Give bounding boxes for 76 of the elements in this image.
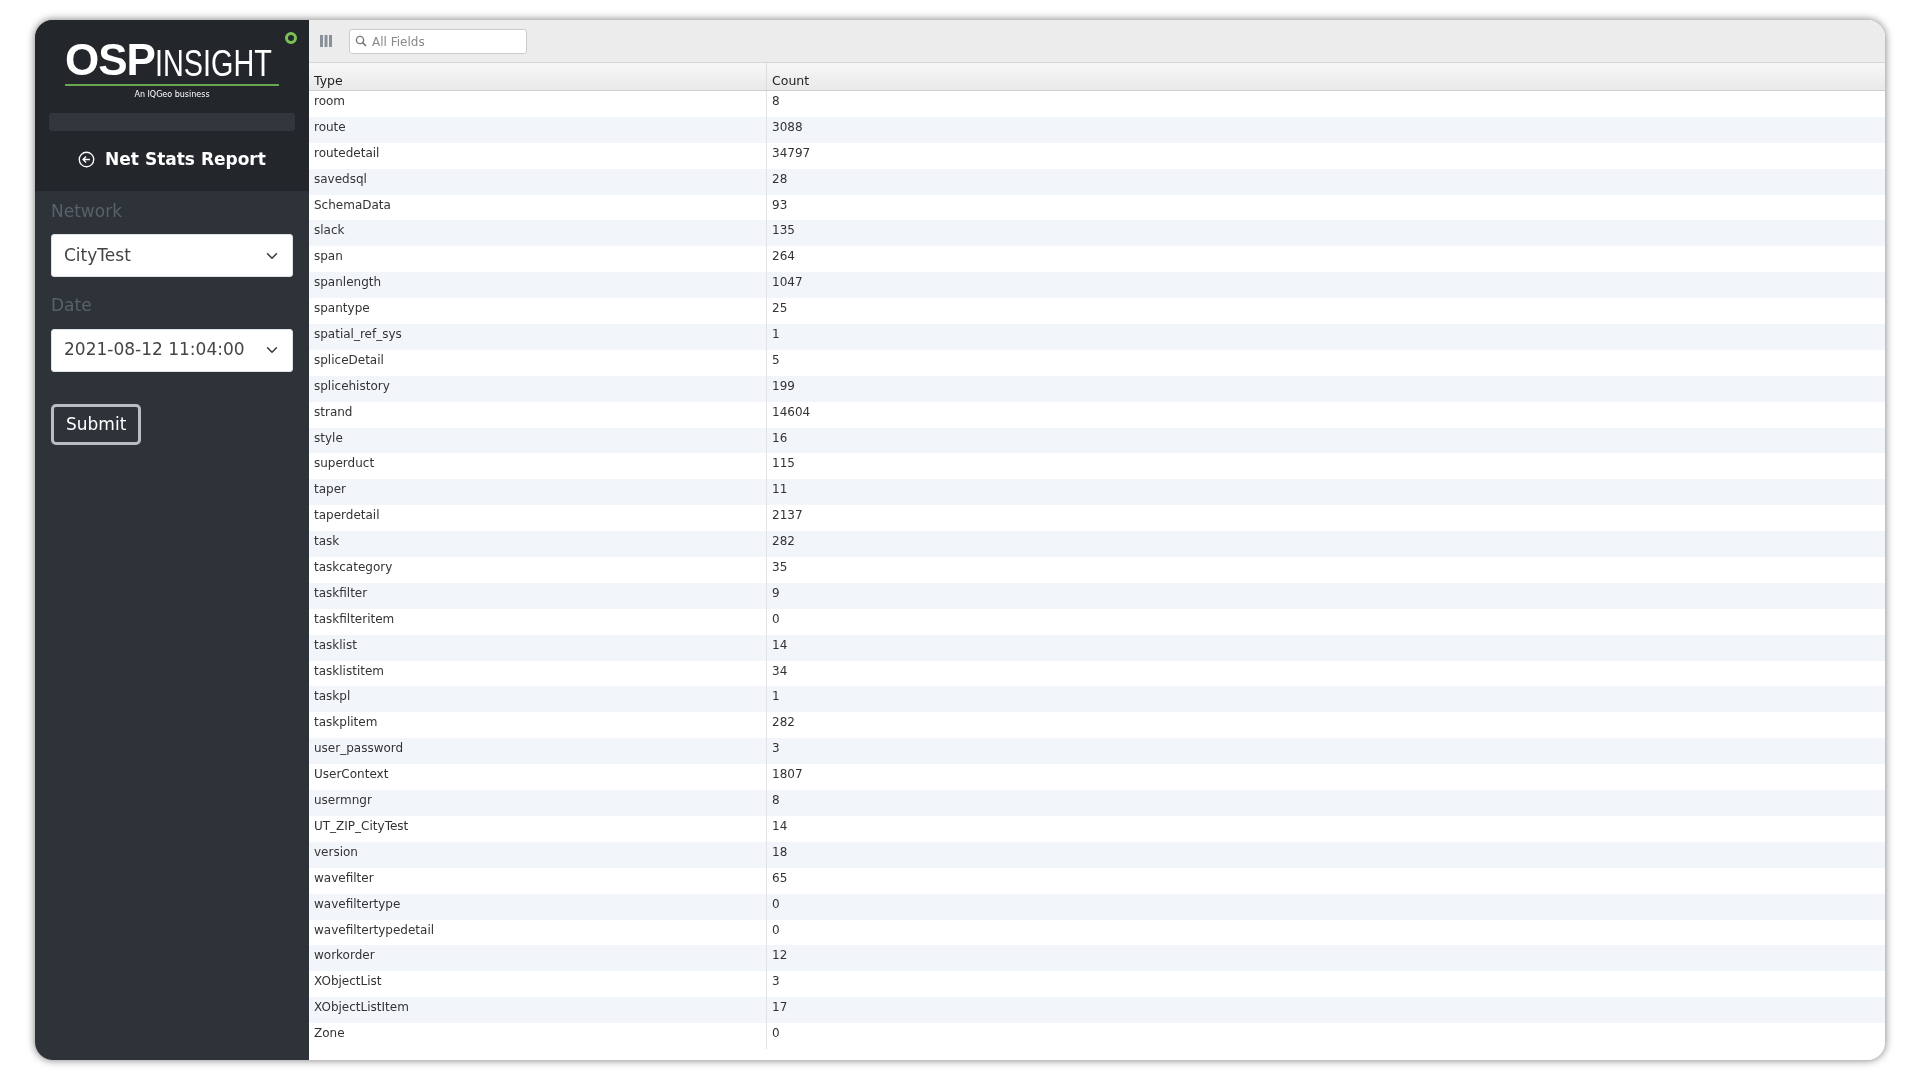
table-cell-text: 199 [771, 377, 796, 395]
table-cell-text: 264 [771, 248, 796, 266]
table-cell-text: 9 [771, 584, 781, 602]
table-cell-text: 2137 [771, 507, 804, 525]
table-cell-text: 93 [771, 196, 789, 214]
table-cell: spanlength [309, 272, 767, 299]
table-cell: UT_ZIP_CityTest [309, 815, 767, 842]
table-cell-text: 0 [771, 895, 781, 913]
table-cell-text: 135 [771, 222, 796, 240]
table-cell: wavefiltertype [309, 893, 767, 920]
table-cell-text: 3 [771, 740, 781, 758]
table-cell-text: 3088 [771, 118, 804, 136]
table-cell-text: 14 [771, 636, 789, 654]
table-cell: version [309, 841, 767, 868]
table-cell-text: 0 [771, 921, 781, 939]
table-cell-text: 14604 [771, 403, 812, 421]
table-cell: savedsql [309, 168, 767, 195]
table-cell-text: 282 [771, 714, 796, 732]
table-cell-text: 1 [771, 688, 781, 706]
table-cell-text: 11 [771, 481, 789, 499]
dropdown-field[interactable]: 2021-08-12 11:04:00 [51, 328, 293, 372]
table-cell-text: 5 [771, 351, 781, 369]
dropdown-field[interactable]: CityTest [51, 234, 293, 277]
table-cell: style [309, 427, 767, 454]
table-cell-text: 1807 [771, 766, 804, 784]
table-cell-text: 34 [771, 662, 789, 680]
table-cell: workorder [309, 945, 767, 972]
logo-tagline: An IQGeo business [134, 89, 210, 101]
table-cell: taskfilteritem [309, 608, 767, 635]
table-cell: Zone [309, 1023, 767, 1049]
table-cell: wavefilter [309, 867, 767, 894]
table-cell: route [309, 116, 767, 143]
column-header[interactable]: Count [767, 63, 1885, 90]
table-cell: XObjectListItem [309, 997, 767, 1024]
table-cell: taskfilter [309, 582, 767, 609]
table-cell: splicehistory [309, 375, 767, 402]
table-cell-text: 8 [771, 792, 781, 810]
column-header[interactable]: Type [309, 63, 767, 90]
table-cell-text: 282 [771, 533, 796, 551]
logo-text: INSIGHT [154, 46, 272, 82]
columns-icon[interactable] [319, 34, 333, 48]
table-cell-text: 1 [771, 326, 781, 343]
table-cell: room [309, 91, 767, 117]
table-cell-text: 17 [771, 999, 789, 1017]
table-cell: taper [309, 479, 767, 506]
table-cell-text: 12 [771, 947, 789, 965]
table-cell: task [309, 531, 767, 558]
table-cell: spliceDetail [309, 349, 767, 376]
report-title: Net Stats Report [105, 148, 266, 171]
table-cell-text: 25 [771, 300, 789, 318]
logo-text: OSP [65, 38, 155, 82]
submit-button[interactable]: Submit [51, 403, 142, 445]
table-cell: taskcategory [309, 557, 767, 583]
table-cell: routedetail [309, 142, 767, 169]
table-cell-text: 34797 [771, 144, 812, 162]
table-cell: usermngr [309, 790, 767, 816]
table-cell-text: 18 [771, 843, 789, 861]
table-cell-text: 28 [771, 170, 789, 188]
table-cell-text: 115 [771, 455, 796, 473]
table-cell-text: 8 [771, 93, 781, 110]
table-cell-text: 65 [771, 869, 789, 887]
table-cell-text: 35 [771, 559, 789, 577]
table-cell-text: 14 [771, 817, 789, 835]
logo-ring-icon [284, 32, 297, 44]
table-cell: user_password [309, 738, 767, 765]
table-cell: tasklist [309, 634, 767, 661]
search-field[interactable]: All Fields [349, 29, 527, 54]
table-cell: spatial_ref_sys [309, 324, 767, 350]
table-cell: taskpl [309, 686, 767, 713]
table-cell-text: 0 [771, 1025, 781, 1043]
table-cell: slack [309, 220, 767, 247]
table-cell-text: 16 [771, 429, 789, 447]
table-cell: strand [309, 401, 767, 428]
table-cell-text: 3 [771, 973, 781, 991]
table-cell-text: 1047 [771, 274, 804, 292]
table-cell-text: 0 [771, 610, 781, 628]
